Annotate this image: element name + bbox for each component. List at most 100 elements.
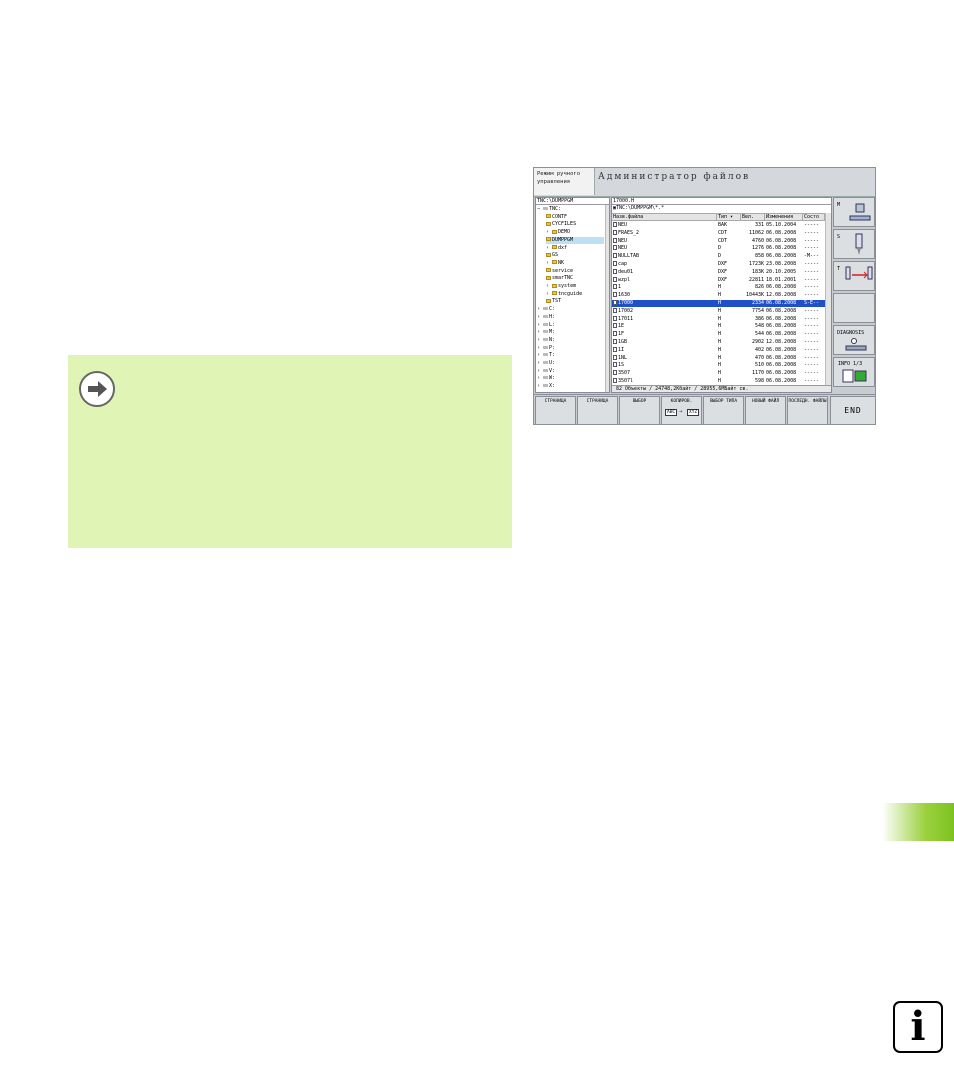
col-size[interactable]: Вел. <box>741 214 765 221</box>
file-status-cell: ----- <box>804 261 825 268</box>
tree-item[interactable]: CYCFILES <box>546 221 604 228</box>
tree-item[interactable]: service <box>546 268 604 275</box>
col-modified[interactable]: Изменения <box>765 214 803 221</box>
last-files-button[interactable]: ПОСЛЕДН. ФАЙЛЫ <box>787 396 828 424</box>
file-icon <box>613 237 617 243</box>
tree-item[interactable]: › DEMO <box>546 229 604 236</box>
file-row[interactable]: 1I H 402 06.08.2008 ----- <box>612 346 825 354</box>
file-row[interactable]: 3507 H 1170 06.08.2008 ----- <box>612 370 825 377</box>
end-button[interactable]: END <box>830 396 875 424</box>
file-row[interactable]: 17002 H 7754 06.08.2008 ----- <box>612 307 825 315</box>
copy-button[interactable]: КОПИРОВ. ABC ➔ XYZ <box>661 396 702 424</box>
tree-item[interactable]: DUMPPGM <box>546 236 604 244</box>
tree-item[interactable]: TST <box>546 298 604 305</box>
file-row[interactable]: deu01 DXF 183K 20.10.2005 ----- <box>612 268 825 276</box>
softkey-bar: СТРАНИЦА СТРАНИЦА ВЫБОР КОПИРОВ. ABC ➔ X… <box>534 394 875 424</box>
file-row[interactable]: wzpl DXF 22811 18.01.2001 ----- <box>612 276 825 284</box>
tree-scrollbar[interactable] <box>605 205 609 392</box>
page-down-button[interactable]: СТРАНИЦА <box>577 396 618 424</box>
file-row[interactable]: FRAES_2 CDT 11062 06.08.2008 ----- <box>612 229 825 237</box>
side-key-m[interactable]: M <box>833 197 875 227</box>
new-file-button[interactable]: НОВЫЙ ФАЙЛ <box>745 396 786 424</box>
side-key-blank[interactable] <box>833 293 875 323</box>
file-icon <box>613 323 617 329</box>
folder-icon <box>552 245 558 249</box>
file-date-cell: 06.08.2008 <box>766 238 803 245</box>
file-row[interactable]: 1GB H 2902 12.08.2008 ----- <box>612 339 825 346</box>
file-row[interactable]: NEU D 1276 06.08.2008 ----- <box>612 245 825 252</box>
file-row[interactable]: 3507l H 598 06.08.2008 ----- <box>612 378 825 385</box>
tree-item[interactable]: › P: <box>537 345 604 352</box>
tree-item[interactable]: › N: <box>537 337 604 344</box>
file-date: 20.10.2005 <box>766 268 797 275</box>
tree-item[interactable]: GS <box>546 252 604 259</box>
file-type: D <box>718 245 722 252</box>
file-row[interactable]: 1F H 544 06.08.2008 ----- <box>612 331 825 338</box>
file-row[interactable]: 17000 H 2334 06.08.2008 S-E-- <box>612 300 825 307</box>
tree-item-label: tncguide <box>558 290 583 297</box>
file-row[interactable]: 1NL H 470 06.08.2008 ----- <box>612 354 825 362</box>
file-list-panel: 17000.H ▣TNC:\DUMPPGM\*.* Назв.файла Тип… <box>611 197 832 393</box>
file-type: CDT <box>718 237 728 244</box>
status-bar: 82 Объекты / 24748,2Кбайт / 28955,6МБайт… <box>612 385 831 392</box>
tree-item[interactable]: › H: <box>537 314 604 321</box>
file-row[interactable]: NEU BAK 331 05.10.2004 ----- <box>612 222 825 229</box>
col-type[interactable]: Тип ▾ <box>717 214 741 221</box>
file-type: H <box>718 292 722 299</box>
file-date-cell: 06.08.2008 <box>766 253 803 260</box>
tree-item[interactable]: − TNC: <box>537 206 604 213</box>
file-row[interactable]: cap DXF 1723K 23.08.2008 ----- <box>612 261 825 268</box>
tree-item[interactable]: › U: <box>537 360 604 367</box>
tree-item[interactable]: › tncguide <box>546 291 604 298</box>
tree-item[interactable]: › NK <box>546 260 604 267</box>
info-button[interactable]: INFO 1/3 <box>833 357 875 387</box>
file-status-cell: ----- <box>804 331 825 338</box>
file-type-cell: H <box>718 300 740 307</box>
file-row[interactable]: 1E H 548 06.08.2008 ----- <box>612 323 825 330</box>
tree-item[interactable]: › X: <box>537 383 604 390</box>
tree-item[interactable]: › C: <box>537 306 604 313</box>
file-size: 598 <box>754 378 764 384</box>
tree-item[interactable]: › system <box>546 283 604 290</box>
tree-item[interactable]: CONTF <box>546 214 604 221</box>
file-list-scrollbar[interactable] <box>825 213 831 385</box>
drive-icon <box>543 353 549 357</box>
tree-item[interactable]: › T: <box>537 352 604 359</box>
file-icon <box>613 315 617 321</box>
tree-item-label: X: <box>549 383 556 390</box>
side-key-s[interactable]: S <box>833 229 875 259</box>
select-button[interactable]: ВЫБОР <box>619 396 660 424</box>
tree-item[interactable]: › M: <box>537 329 604 336</box>
select-type-button[interactable]: ВЫБОР ТИПА <box>703 396 744 424</box>
diagnosis-button[interactable]: DIAGNOSIS <box>833 325 875 355</box>
file-type-cell: H <box>718 355 740 362</box>
tree-item[interactable]: › W: <box>537 375 604 382</box>
file-row[interactable]: 1S H 510 06.08.2008 ----- <box>612 362 825 369</box>
file-type: H <box>718 315 722 322</box>
side-key-t[interactable]: T <box>833 261 875 291</box>
tree-item-label: V: <box>549 367 556 374</box>
file-name-cell: cap <box>613 261 717 268</box>
file-row[interactable]: 1 H 826 06.08.2008 ----- <box>612 284 825 291</box>
tree-item[interactable]: › V: <box>537 368 604 375</box>
tree-item-label: service <box>552 267 574 274</box>
file-name: NEU <box>618 222 628 228</box>
file-name: 17002 <box>618 307 634 314</box>
file-date-cell: 06.08.2008 <box>766 230 803 237</box>
tree-item[interactable]: smarTNC <box>546 275 604 282</box>
col-status[interactable]: Состо <box>803 214 825 221</box>
tree-item[interactable]: › L: <box>537 322 604 329</box>
file-row[interactable]: 17011 H 386 06.08.2008 ----- <box>612 315 825 323</box>
page-up-button[interactable]: СТРАНИЦА <box>535 396 576 424</box>
tree-item[interactable]: › dxf <box>546 245 604 252</box>
spindle-icon <box>855 233 863 255</box>
note-box <box>68 355 512 548</box>
file-name: 3507l <box>618 378 634 384</box>
folder-icon <box>546 268 551 273</box>
file-date-cell: 12.08.2008 <box>766 339 803 346</box>
file-row[interactable]: NULLTAB D 858 06.08.2008 -M--- <box>612 253 825 260</box>
tree-item-label: DUMPPGM <box>552 236 574 243</box>
col-name[interactable]: Назв.файла <box>612 214 717 221</box>
file-row[interactable]: NEU CDT 4760 06.08.2008 ----- <box>612 237 825 245</box>
file-row[interactable]: 1630 H 10443K 12.08.2008 ----- <box>612 292 825 299</box>
